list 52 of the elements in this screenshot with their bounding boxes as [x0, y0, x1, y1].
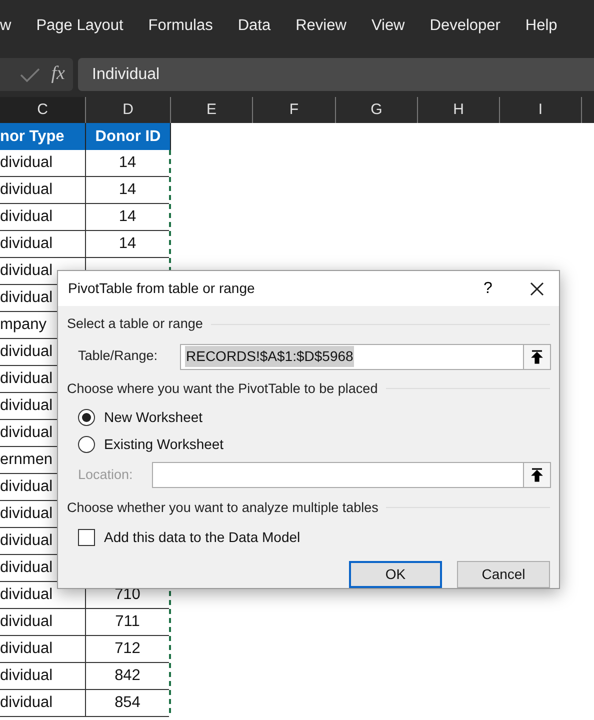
ribbon-tab[interactable]: Review — [296, 14, 346, 38]
checkbox-label: Add this data to the Data Model — [104, 528, 300, 547]
radio-label: Existing Worksheet — [104, 434, 224, 454]
help-button[interactable]: ? — [473, 276, 503, 301]
column-header[interactable]: E — [171, 97, 253, 123]
column-header[interactable]: H — [418, 97, 500, 123]
collapse-button[interactable] — [523, 462, 550, 487]
upload-arrow-icon — [531, 350, 543, 364]
check-icon[interactable] — [19, 66, 42, 82]
table-header-cell: Donor ID — [86, 123, 171, 150]
table-cell: dividual — [0, 609, 86, 636]
close-icon[interactable] — [529, 280, 545, 297]
checkbox[interactable] — [78, 529, 95, 546]
ribbon-tab[interactable]: Formulas — [148, 14, 213, 38]
field-value: RECORDS!$A$1:$D$5968 — [185, 346, 354, 367]
function-button[interactable]: fx — [51, 60, 65, 89]
table-cell: 854 — [86, 690, 169, 717]
upload-arrow-icon — [531, 468, 543, 482]
radio-button[interactable] — [78, 436, 95, 453]
table-cell: 14 — [86, 150, 169, 177]
table-cell: dividual — [0, 690, 86, 717]
table-header-cell: nor Type — [0, 123, 86, 150]
ribbon-tab[interactable]: Developer — [430, 14, 500, 38]
table-cell: 14 — [86, 177, 169, 204]
dialog-button[interactable]: OK — [349, 561, 442, 588]
formula-field[interactable]: Individual — [78, 58, 594, 91]
range-field[interactable]: RECORDS!$A$1:$D$5968 — [180, 344, 551, 370]
column-header[interactable]: G — [336, 97, 418, 123]
table-cell: dividual — [0, 231, 86, 258]
table-cell: 14 — [86, 231, 169, 258]
column-header[interactable]: I — [500, 97, 582, 123]
collapse-button[interactable] — [523, 344, 550, 368]
radio-label: New Worksheet — [104, 408, 203, 427]
table-cell: dividual — [0, 663, 86, 690]
location-field[interactable] — [152, 462, 551, 488]
table-cell: 14 — [86, 204, 169, 231]
table-cell: 712 — [86, 636, 169, 663]
table-cell: dividual — [0, 177, 86, 204]
table-cell: dividual — [0, 636, 86, 663]
table-cell: 842 — [86, 663, 169, 690]
ribbon-tab[interactable]: Data — [238, 14, 271, 38]
table-cell: dividual — [0, 204, 86, 231]
table-cell: 711 — [86, 609, 169, 636]
ribbon-tab[interactable]: Help — [525, 14, 558, 38]
table-cell: dividual — [0, 150, 86, 177]
ribbon-tab[interactable]: Page Layout — [36, 14, 124, 38]
column-header[interactable]: F — [253, 97, 336, 123]
dialog-button[interactable]: Cancel — [457, 561, 550, 588]
column-header[interactable]: C — [0, 97, 86, 123]
radio-button[interactable] — [78, 408, 95, 426]
ribbon-tab[interactable]: w — [0, 14, 12, 38]
ribbon-tab[interactable]: View — [371, 14, 405, 38]
